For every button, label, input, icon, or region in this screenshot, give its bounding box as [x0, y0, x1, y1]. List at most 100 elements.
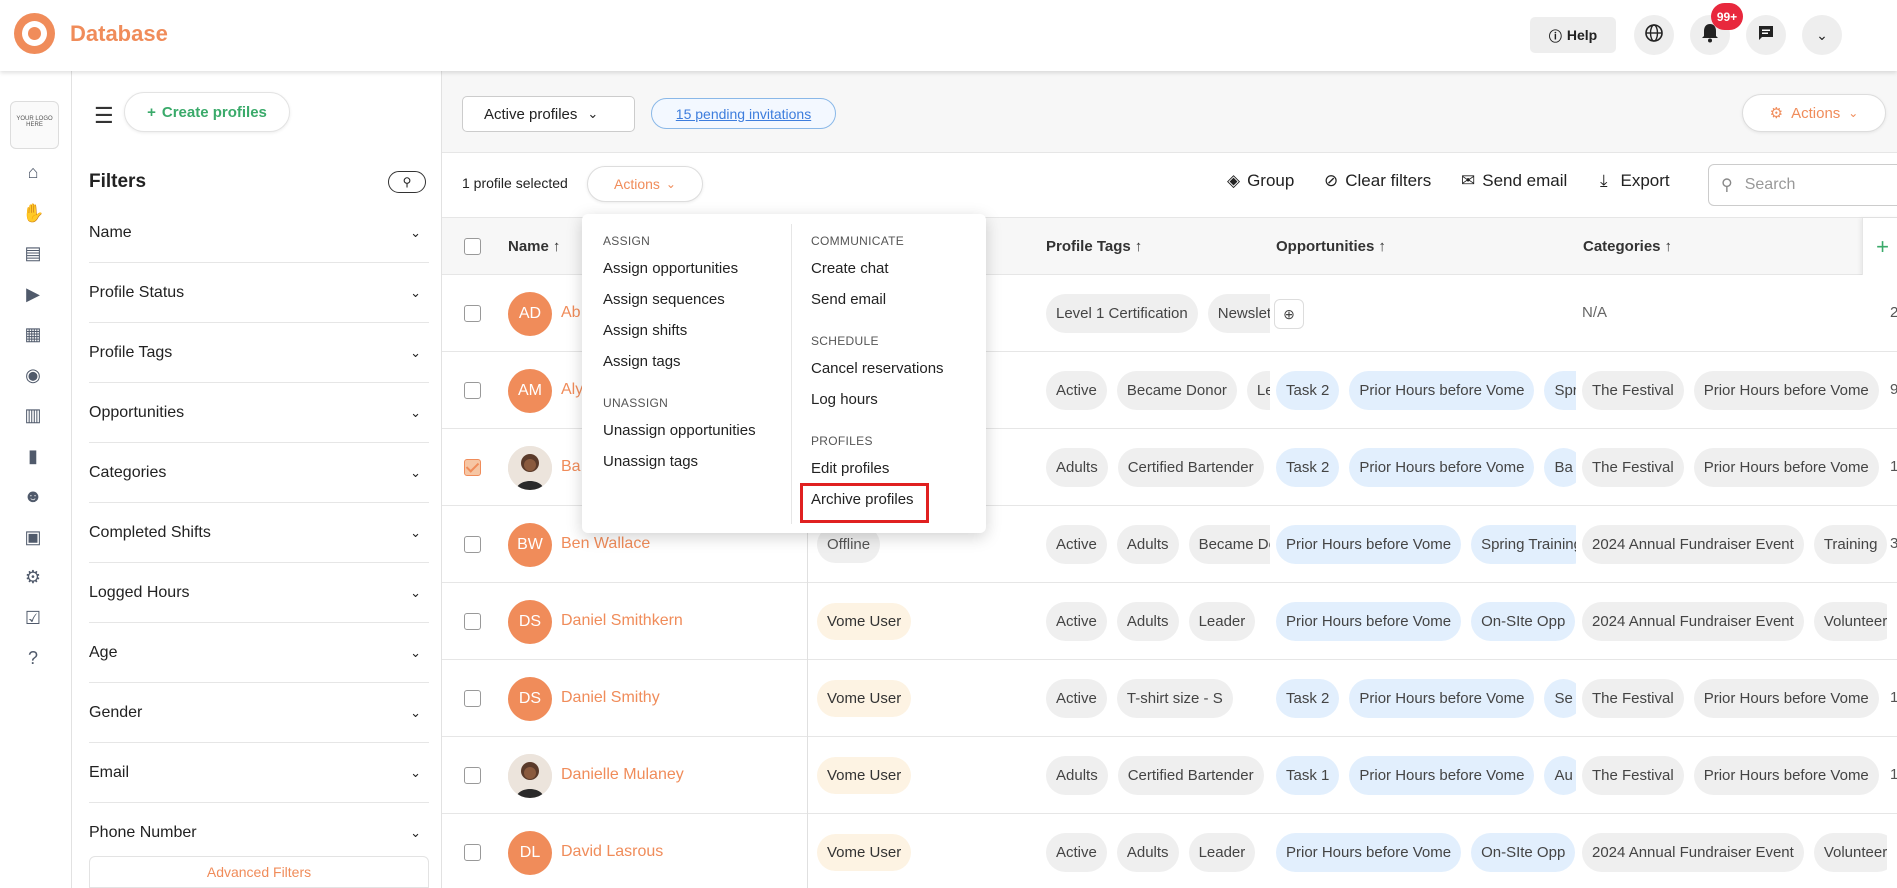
filter-gender[interactable]: Gender ⌄: [89, 683, 429, 743]
category-cell: [1582, 294, 1887, 333]
create-profiles-label: Create profiles: [161, 103, 267, 121]
row-checkbox[interactable]: [464, 690, 481, 707]
profile-name-link[interactable]: Ba: [561, 458, 581, 476]
chevron-down-icon: ⌄: [410, 644, 421, 660]
column-header-profile-tags[interactable]: Profile Tags ↑: [1046, 238, 1142, 255]
pending-invitations-link[interactable]: 15 pending invitations: [651, 98, 836, 129]
row-checkbox[interactable]: [464, 613, 481, 630]
menu-item-unassign-opportunities[interactable]: Unassign opportunities: [603, 422, 756, 439]
filter-label: Email: [89, 763, 130, 781]
row-checkbox[interactable]: [464, 844, 481, 861]
checklist-icon[interactable]: ☑: [22, 607, 44, 629]
filter-email[interactable]: Email ⌄: [89, 743, 429, 803]
org-logo-placeholder[interactable]: YOUR LOGO HERE: [10, 101, 59, 149]
chevron-down-icon: ⌄: [587, 106, 599, 121]
filter-name[interactable]: Name ⌄: [89, 203, 429, 263]
menu-item-archive-profiles[interactable]: Archive profiles: [811, 491, 914, 508]
menu-item-cancel-reservations[interactable]: Cancel reservations: [811, 360, 944, 377]
inbox-icon[interactable]: ▣: [22, 526, 44, 548]
row-checkbox[interactable]: [464, 382, 481, 399]
add-column-button[interactable]: +: [1862, 218, 1897, 276]
people-icon[interactable]: ☻: [22, 485, 44, 507]
help-button[interactable]: ⓘ Help: [1530, 17, 1616, 53]
table-row[interactable]: Danielle Mulaney Vome User Adults Certified…: [442, 737, 1897, 814]
row-checkbox[interactable]: [464, 305, 481, 322]
app-logo[interactable]: [14, 13, 55, 54]
menu-item-assign-opportunities[interactable]: Assign opportunities: [603, 260, 738, 277]
search-field[interactable]: ⚲ Search: [1708, 164, 1897, 206]
menu-item-log-hours[interactable]: Log hours: [811, 391, 878, 408]
language-button[interactable]: [1634, 15, 1674, 55]
column-header-opportunities[interactable]: Opportunities ↑: [1276, 238, 1386, 255]
category-chip: Prior Hours before Vome: [1693, 371, 1879, 410]
export-label: Export: [1620, 171, 1670, 190]
select-all-checkbox[interactable]: [464, 238, 481, 255]
home-icon[interactable]: ⌂: [22, 161, 44, 183]
filter-opportunities[interactable]: Opportunities ⌄: [89, 383, 429, 443]
profile-name-link[interactable]: Daniel Smithkern: [561, 612, 683, 630]
advanced-filters-button[interactable]: Advanced Filters: [89, 856, 429, 888]
clear-filters-button[interactable]: ⊘ Clear filters: [1324, 171, 1431, 191]
filter-search-button[interactable]: ⚲: [388, 171, 426, 193]
filter-categories[interactable]: Categories ⌄: [89, 443, 429, 503]
category-chip: The Festival: [1582, 371, 1684, 410]
calendar-icon[interactable]: ▦: [22, 323, 44, 345]
chat-icon: [1757, 24, 1775, 47]
column-header-name[interactable]: Name ↑: [508, 238, 560, 255]
menu-item-edit-profiles[interactable]: Edit profiles: [811, 460, 889, 477]
collapse-menu-icon[interactable]: ☰: [94, 103, 114, 129]
menu-item-create-chat[interactable]: Create chat: [811, 260, 889, 277]
opportunity-chip: Spring: [1544, 371, 1576, 410]
row-checkbox[interactable]: [464, 459, 481, 476]
play-icon[interactable]: ▶: [22, 283, 44, 305]
profile-name-link[interactable]: Aly: [561, 381, 583, 399]
board-icon[interactable]: ▥: [22, 404, 44, 426]
question-icon[interactable]: ?: [22, 647, 44, 669]
profile-tag-cell: Active Adults Leader: [1046, 602, 1270, 641]
menu-item-assign-sequences[interactable]: Assign sequences: [603, 291, 725, 308]
profile-name-link[interactable]: David Lasrous: [561, 843, 663, 861]
filter-phone-number[interactable]: Phone Number ⌄: [89, 803, 429, 863]
table-row[interactable]: DL David Lasrous Vome User Active Adults Lead…: [442, 814, 1897, 888]
menu-item-assign-shifts[interactable]: Assign shifts: [603, 322, 687, 339]
menu-divider: [791, 224, 792, 524]
create-profiles-button[interactable]: + Create profiles: [124, 92, 290, 132]
export-button[interactable]: ⤓ Export: [1600, 171, 1670, 191]
profile-tag-cell: Adults Certified Bartender: [1046, 756, 1270, 795]
volunteer-hand-icon[interactable]: ✋: [22, 202, 44, 224]
send-email-button[interactable]: ✉ Send email: [1461, 171, 1567, 191]
group-circle-icon[interactable]: ◉: [22, 364, 44, 386]
filter-label: Logged Hours: [89, 583, 190, 601]
profile-name-link[interactable]: Daniel Smithy: [561, 689, 660, 707]
column-header-categories[interactable]: Categories ↑: [1583, 238, 1672, 255]
filter-age[interactable]: Age ⌄: [89, 623, 429, 683]
profile-status-select[interactable]: Active profiles ⌄: [462, 96, 635, 132]
profile-name-link[interactable]: Ab: [561, 304, 581, 322]
group-button[interactable]: ◈ Group: [1227, 171, 1294, 191]
row-checkbox[interactable]: [464, 767, 481, 784]
add-opportunity-button[interactable]: ⊕: [1274, 299, 1304, 329]
chart-icon[interactable]: ▮: [22, 445, 44, 467]
filter-profile-status[interactable]: Profile Status ⌄: [89, 263, 429, 323]
row-checkbox[interactable]: [464, 536, 481, 553]
category-cell: 2024 Annual Fundraiser Event Volunteer: [1582, 602, 1887, 641]
profile-name-link[interactable]: Ben Wallace: [561, 535, 650, 553]
notification-count-badge: 99+: [1711, 3, 1743, 30]
bulk-actions-button[interactable]: Actions ⌄: [587, 166, 703, 202]
table-row[interactable]: DS Daniel Smithy Vome User Active T-shirt si…: [442, 660, 1897, 737]
actions-top-button[interactable]: ⚙ Actions ⌄: [1742, 94, 1886, 132]
filter-logged-hours[interactable]: Logged Hours ⌄: [89, 563, 429, 623]
filter-profile-tags[interactable]: Profile Tags ⌄: [89, 323, 429, 383]
menu-item-send-email[interactable]: Send email: [811, 291, 886, 308]
gear-icon[interactable]: ⚙: [22, 566, 44, 588]
clipboard-icon[interactable]: ▤: [22, 242, 44, 264]
filter-completed-shifts[interactable]: Completed Shifts ⌄: [89, 503, 429, 563]
table-row[interactable]: DS Daniel Smithkern Vome User Active Adults L…: [442, 583, 1897, 660]
category-chip: Volunteer: [1813, 833, 1887, 872]
profile-name-link[interactable]: Danielle Mulaney: [561, 766, 684, 784]
menu-item-assign-tags[interactable]: Assign tags: [603, 353, 681, 370]
category-chip: 2024 Annual Fundraiser Event: [1582, 602, 1804, 641]
messages-button[interactable]: [1746, 15, 1786, 55]
menu-item-unassign-tags[interactable]: Unassign tags: [603, 453, 698, 470]
account-menu-button[interactable]: ⌄: [1802, 15, 1842, 55]
